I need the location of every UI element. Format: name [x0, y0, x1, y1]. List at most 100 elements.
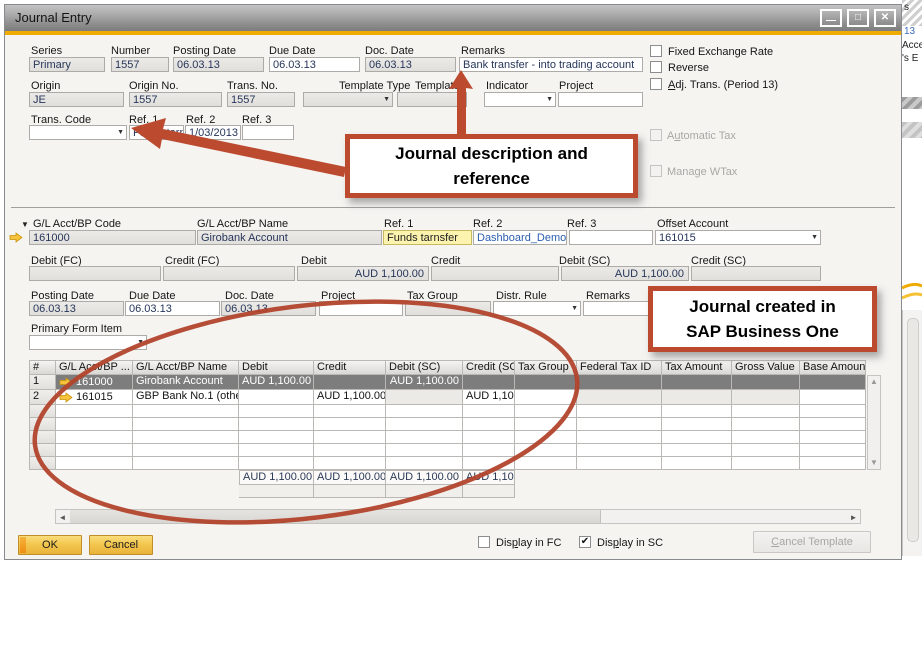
gl-doc-date-field[interactable]: 06.03.13: [221, 301, 316, 316]
gl-name-field[interactable]: Girobank Account: [197, 230, 382, 245]
col-header-debit[interactable]: Debit: [239, 360, 314, 375]
cell-debit[interactable]: [239, 405, 314, 418]
doc-date-field[interactable]: 06.03.13: [365, 57, 456, 72]
posting-date-field[interactable]: 06.03.13: [173, 57, 264, 72]
offset-account-select[interactable]: 161015▼: [655, 230, 821, 245]
cell-debit[interactable]: [239, 444, 314, 457]
scroll-left-icon[interactable]: ◄: [56, 511, 69, 524]
cell-name[interactable]: [133, 418, 239, 431]
ok-button[interactable]: OK: [18, 535, 82, 555]
cell-tax-group[interactable]: [515, 418, 577, 431]
cell-debit[interactable]: [239, 457, 314, 470]
table-row-empty[interactable]: [29, 418, 867, 431]
title-bar[interactable]: Journal Entry — □ ✕: [5, 5, 901, 31]
cell-debit-sc[interactable]: [386, 405, 463, 418]
scrollbar-thumb[interactable]: [70, 510, 601, 523]
template-field[interactable]: [397, 92, 467, 107]
col-header-federal-tax-id[interactable]: Federal Tax ID: [577, 360, 662, 375]
col-header-base-amount[interactable]: Base Amount: [800, 360, 866, 375]
cell-credit[interactable]: [314, 375, 386, 390]
cell-base-amount[interactable]: [800, 390, 866, 405]
cancel-button[interactable]: Cancel: [89, 535, 153, 555]
cell-gross-value[interactable]: [732, 457, 800, 470]
cell-tax-amount[interactable]: [662, 405, 732, 418]
cell-tax-amount[interactable]: [662, 444, 732, 457]
cell-num[interactable]: 1: [29, 375, 56, 390]
col-header-name[interactable]: G/L Acct/BP Name: [133, 360, 239, 375]
cell-base-amount[interactable]: [800, 418, 866, 431]
cell-debit[interactable]: [239, 418, 314, 431]
cell-acct[interactable]: [56, 405, 133, 418]
gl-project-field[interactable]: [319, 301, 403, 316]
link-arrow-icon[interactable]: [9, 232, 23, 243]
cell-base-amount[interactable]: [800, 444, 866, 457]
debit-fc-field[interactable]: [29, 266, 161, 281]
scroll-right-icon[interactable]: ►: [847, 511, 860, 524]
ref3-field[interactable]: [242, 125, 294, 140]
credit-fc-field[interactable]: [163, 266, 295, 281]
debit-sc-field[interactable]: AUD 1,100.00: [561, 266, 689, 281]
cell-num[interactable]: [29, 418, 56, 431]
template-type-select[interactable]: ▼: [303, 92, 393, 107]
adj-trans-checkbox[interactable]: [650, 78, 662, 90]
trans-no-field[interactable]: 1557: [227, 92, 295, 107]
number-field[interactable]: 1557: [111, 57, 169, 72]
table-horizontal-scrollbar[interactable]: ◄ ►: [55, 509, 861, 524]
cell-tax-group[interactable]: [515, 457, 577, 470]
table-row-empty[interactable]: [29, 431, 867, 444]
gl-due-date-field[interactable]: 06.03.13: [125, 301, 220, 316]
cell-name[interactable]: [133, 431, 239, 444]
cell-federal-tax-id[interactable]: [577, 431, 662, 444]
cell-credit[interactable]: [314, 431, 386, 444]
cell-credit[interactable]: [314, 418, 386, 431]
cell-debit-sc[interactable]: [386, 418, 463, 431]
cell-credit[interactable]: AUD 1,100.00: [314, 390, 386, 405]
cell-tax-group[interactable]: [515, 405, 577, 418]
col-header-tax-group[interactable]: Tax Group: [515, 360, 577, 375]
cell-gross-value[interactable]: [732, 444, 800, 457]
cell-num[interactable]: [29, 444, 56, 457]
col-header-gross-value[interactable]: Gross Value: [732, 360, 800, 375]
due-date-field[interactable]: 06.03.13: [269, 57, 360, 72]
col-header-num[interactable]: #: [29, 360, 56, 375]
gl-ref1-field[interactable]: Funds tarnsfer: [383, 230, 472, 245]
cell-base-amount[interactable]: [800, 405, 866, 418]
cell-name[interactable]: [133, 405, 239, 418]
cell-debit-sc[interactable]: [386, 431, 463, 444]
cell-credit[interactable]: [314, 444, 386, 457]
cell-credit-sc[interactable]: [463, 375, 515, 390]
indicator-select[interactable]: ▼: [484, 92, 556, 107]
col-header-credit-sc[interactable]: Credit (SC): [463, 360, 515, 375]
collapse-section-icon[interactable]: ▼: [21, 220, 29, 229]
table-row-empty[interactable]: [29, 405, 867, 418]
cell-tax-group[interactable]: [515, 390, 577, 405]
cell-federal-tax-id[interactable]: [577, 457, 662, 470]
cell-debit[interactable]: AUD 1,100.00: [239, 375, 314, 390]
cell-credit-sc[interactable]: [463, 444, 515, 457]
cell-federal-tax-id[interactable]: [577, 390, 662, 405]
reverse-checkbox[interactable]: [650, 61, 662, 73]
scroll-down-icon[interactable]: ▼: [868, 457, 880, 469]
cell-credit-sc[interactable]: [463, 457, 515, 470]
cell-tax-amount[interactable]: [662, 431, 732, 444]
debit-field[interactable]: AUD 1,100.00: [297, 266, 429, 281]
trans-code-select[interactable]: ▼: [29, 125, 127, 140]
gl-remarks-field[interactable]: [583, 301, 657, 316]
gl-ref3-field[interactable]: [569, 230, 653, 245]
credit-field[interactable]: [431, 266, 559, 281]
cell-federal-tax-id[interactable]: [577, 405, 662, 418]
col-header-debit-sc[interactable]: Debit (SC): [386, 360, 463, 375]
table-vertical-scrollbar[interactable]: ▲ ▼: [867, 375, 881, 470]
cell-federal-tax-id[interactable]: [577, 375, 662, 390]
cell-credit-sc[interactable]: AUD 1,100.00: [463, 390, 515, 405]
cell-debit-sc[interactable]: [386, 390, 463, 405]
display-in-sc-checkbox[interactable]: ✔: [579, 536, 591, 548]
cell-gross-value[interactable]: [732, 405, 800, 418]
cell-name[interactable]: Girobank Account: [133, 375, 239, 390]
col-header-acct[interactable]: G/L Acct/BP ...: [56, 360, 133, 375]
remarks-field[interactable]: Bank transfer - into trading account: [459, 57, 643, 72]
gl-code-field[interactable]: 161000: [29, 230, 196, 245]
maximize-icon[interactable]: □: [847, 9, 869, 27]
primary-form-item-select[interactable]: ▼: [29, 335, 147, 350]
gl-ref2-field[interactable]: Dashboard_Demo: [473, 230, 567, 245]
